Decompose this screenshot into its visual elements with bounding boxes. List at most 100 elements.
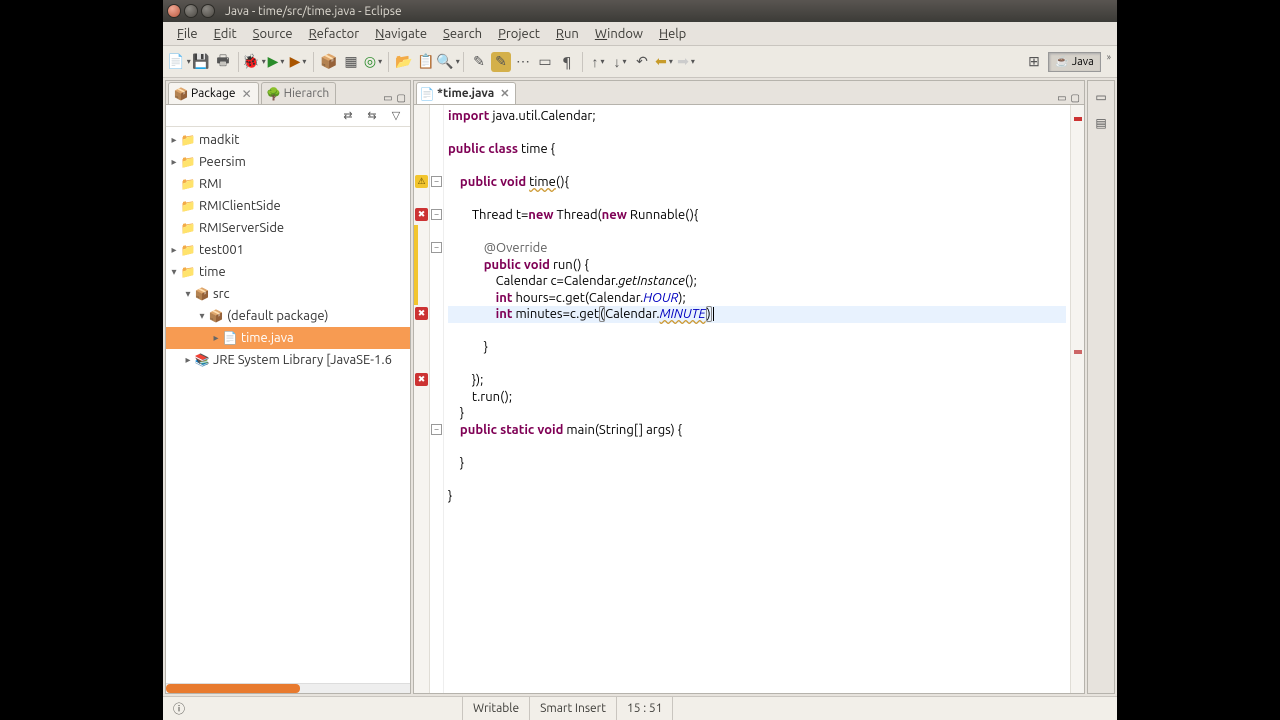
ext-tools-icon[interactable]: ▶ xyxy=(288,52,308,72)
close-icon[interactable] xyxy=(167,4,181,18)
debug-icon[interactable]: 🐞 xyxy=(244,52,264,72)
tree-scrollbar[interactable] xyxy=(166,683,410,693)
maximize-editor-icon[interactable]: ▢ xyxy=(1071,92,1080,104)
status-cursor-position: 15 : 51 xyxy=(617,697,674,720)
print-icon[interactable]: 🖶 xyxy=(213,52,233,72)
tree-item-default-package[interactable]: (default package) xyxy=(227,309,329,323)
new-icon[interactable]: 📄 xyxy=(169,52,189,72)
toolbar-overflow-icon[interactable]: » xyxy=(1107,52,1111,72)
warning-marker-icon[interactable]: ⚠ xyxy=(415,175,428,188)
save-icon[interactable]: 💾 xyxy=(191,52,211,72)
tree-item-madkit[interactable]: madkit xyxy=(199,133,239,147)
overview-error-icon[interactable] xyxy=(1074,117,1082,121)
java-file-icon: 📄 xyxy=(421,88,433,100)
tab-hierarchy-label: Hierarch xyxy=(284,87,330,100)
tree-item-rmiserver[interactable]: RMIServerSide xyxy=(199,221,284,235)
close-tab-icon[interactable]: ✕ xyxy=(242,87,252,101)
outline-view-icon[interactable]: ▤ xyxy=(1091,113,1111,133)
tab-package-label: Package xyxy=(191,87,236,100)
warning-range-icon xyxy=(414,225,418,305)
tree-item-time-java[interactable]: time.java xyxy=(241,331,294,345)
toggle-mark-icon[interactable]: ✎ xyxy=(491,52,511,72)
show-whitespace-icon[interactable]: ¶ xyxy=(557,52,577,72)
view-menu-icon[interactable]: ▽ xyxy=(386,106,406,126)
open-type-icon[interactable]: 📂 xyxy=(394,52,414,72)
restore-view-icon[interactable]: ▭ xyxy=(1091,87,1111,107)
collapse-all-icon[interactable]: ⇄ xyxy=(338,106,358,126)
project-tree[interactable]: ▸📁madkit ▸📁Peersim 📁RMI 📁RMIClientSide 📁… xyxy=(166,127,410,693)
minimize-icon[interactable] xyxy=(184,4,198,18)
status-insert-mode: Smart Insert xyxy=(530,697,617,720)
search-icon[interactable]: 🔍 xyxy=(438,52,458,72)
code-editor[interactable]: import java.util.Calendar;public class t… xyxy=(444,105,1070,693)
menu-window[interactable]: Window xyxy=(587,25,651,43)
tree-item-jre[interactable]: JRE System Library [JavaSE-1.6 xyxy=(213,353,392,367)
run-icon[interactable]: ▶ xyxy=(266,52,286,72)
window-title: Java - time/src/time.java - Eclipse xyxy=(225,5,402,18)
minimize-view-icon[interactable]: ▭ xyxy=(383,92,392,104)
tab-hierarchy[interactable]: 🌳 Hierarch xyxy=(261,82,337,104)
last-edit-icon[interactable]: ↶ xyxy=(632,52,652,72)
status-writable: Writable xyxy=(463,697,530,720)
marker-ruler[interactable]: ⚠ ✖ ✖ ✖ xyxy=(414,105,430,693)
menu-refactor[interactable]: Refactor xyxy=(301,25,368,43)
link-editor-icon[interactable]: ⇆ xyxy=(362,106,382,126)
new-class-icon[interactable]: ◎ xyxy=(363,52,383,72)
menu-search[interactable]: Search xyxy=(435,25,490,43)
menu-edit[interactable]: Edit xyxy=(206,25,245,43)
menu-run[interactable]: Run xyxy=(548,25,587,43)
menu-source[interactable]: Source xyxy=(245,25,301,43)
new-package-icon[interactable]: 📦 xyxy=(319,52,339,72)
fold-toggle-icon[interactable]: − xyxy=(431,176,442,187)
statusbar: ⓘ Writable Smart Insert 15 : 51 xyxy=(163,696,1117,720)
error-marker-icon[interactable]: ✖ xyxy=(415,373,428,386)
perspective-java[interactable]: ☕Java xyxy=(1048,52,1101,72)
error-marker-icon[interactable]: ✖ xyxy=(415,208,428,221)
close-editor-icon[interactable]: ✕ xyxy=(500,87,509,100)
overview-error-icon[interactable] xyxy=(1074,350,1082,354)
status-icon: ⓘ xyxy=(173,700,185,717)
workarea: 📦 Package ✕ 🌳 Hierarch ▭ ▢ ⇄ ⇆ ▽ ▸📁madkit… xyxy=(163,78,1117,696)
tree-item-time[interactable]: time xyxy=(199,265,226,279)
tree-item-rmi[interactable]: RMI xyxy=(199,177,222,191)
tab-package-explorer[interactable]: 📦 Package ✕ xyxy=(168,82,259,104)
menu-file[interactable]: File xyxy=(169,25,206,43)
tree-item-src[interactable]: src xyxy=(213,287,230,301)
back-icon[interactable]: ⬅ xyxy=(654,52,674,72)
view-trim: ▭ ▤ xyxy=(1087,80,1115,694)
maximize-icon[interactable] xyxy=(201,4,215,18)
hierarchy-icon: 🌳 xyxy=(268,88,280,100)
package-icon: 📦 xyxy=(175,88,187,100)
fold-ruler[interactable]: − − − − xyxy=(430,105,444,693)
menu-project[interactable]: Project xyxy=(490,25,548,43)
fold-toggle-icon[interactable]: − xyxy=(431,424,442,435)
editor-view: 📄 *time.java ✕ ▭ ▢ ⚠ ✖ ✖ ✖ − − − xyxy=(413,80,1085,694)
forward-icon[interactable]: ➡ xyxy=(676,52,696,72)
editor-tab-time-java[interactable]: 📄 *time.java ✕ xyxy=(416,82,516,104)
overview-ruler[interactable] xyxy=(1070,105,1084,693)
menu-navigate[interactable]: Navigate xyxy=(367,25,435,43)
perspective-label: Java xyxy=(1072,56,1094,68)
annotate-icon[interactable]: ✎ xyxy=(469,52,489,72)
next-annotation-icon[interactable]: ↓ xyxy=(610,52,630,72)
maximize-view-icon[interactable]: ▢ xyxy=(397,92,406,104)
open-task-icon[interactable]: 📋 xyxy=(416,52,436,72)
eclipse-window: Java - time/src/time.java - Eclipse File… xyxy=(163,0,1117,720)
error-marker-icon[interactable]: ✖ xyxy=(415,307,428,320)
open-perspective-icon[interactable]: ⊞ xyxy=(1024,52,1044,72)
minimize-editor-icon[interactable]: ▭ xyxy=(1057,92,1066,104)
new-type-icon[interactable]: ▦ xyxy=(341,52,361,72)
titlebar[interactable]: Java - time/src/time.java - Eclipse xyxy=(163,0,1117,22)
fold-toggle-icon[interactable]: − xyxy=(431,242,442,253)
tree-item-peersim[interactable]: Peersim xyxy=(199,155,246,169)
menu-help[interactable]: Help xyxy=(651,25,694,43)
tree-item-test001[interactable]: test001 xyxy=(199,243,244,257)
prev-annotation-icon[interactable]: ↑ xyxy=(588,52,608,72)
fold-toggle-icon[interactable]: − xyxy=(431,209,442,220)
package-explorer-view: 📦 Package ✕ 🌳 Hierarch ▭ ▢ ⇄ ⇆ ▽ ▸📁madkit… xyxy=(165,80,411,694)
editor-tab-label: *time.java xyxy=(437,87,494,100)
block-select-icon[interactable]: ▭ xyxy=(535,52,555,72)
tree-item-rmiclient[interactable]: RMIClientSide xyxy=(199,199,281,213)
toolbar: 📄 💾 🖶 🐞 ▶ ▶ 📦 ▦ ◎ 📂 📋 🔍 ✎ ✎ ⋯ ▭ ¶ ↑ ↓ ↶ … xyxy=(163,46,1117,78)
toggle-breadcrumb-icon[interactable]: ⋯ xyxy=(513,52,533,72)
